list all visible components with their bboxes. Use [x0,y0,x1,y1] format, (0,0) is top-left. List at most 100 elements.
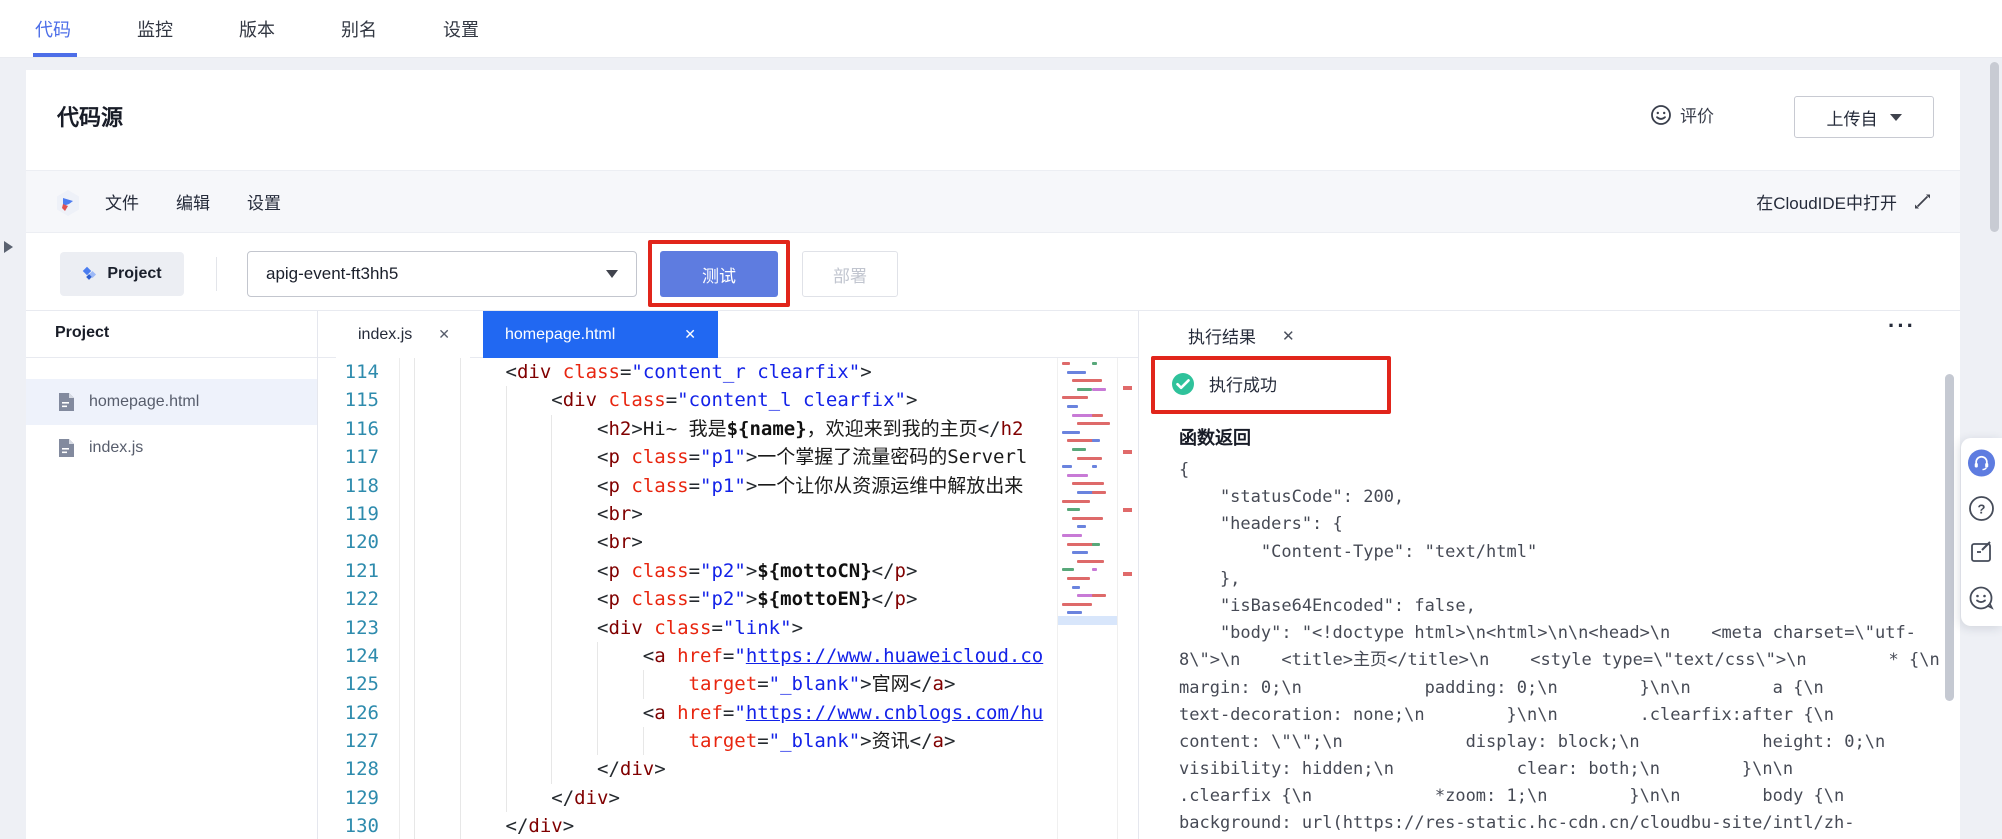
line-number: 116 [318,415,400,443]
editor-tab-homepage.html[interactable]: homepage.html ✕ [483,311,718,358]
code-line-text: <a href="https://www.huaweicloud.co [400,642,1138,670]
execution-status-label: 执行成功 [1209,371,1277,396]
line-number: 129 [318,784,400,812]
test-button[interactable]: 测试 [660,251,778,297]
smiley-feedback-icon[interactable] [1967,584,1996,613]
file-name: homepage.html [89,393,199,411]
code-line-text: target="_blank">官网</a> [400,670,1138,698]
file-item-index.js[interactable]: index.js [26,425,317,471]
code-line-120[interactable]: 120 <br> [318,528,1138,556]
code-line-122[interactable]: 122 <p class="p2">${mottoEN}</p> [318,585,1138,613]
json-output-line: "headers": { [1179,511,1945,538]
support-headset-icon[interactable] [1967,448,1996,477]
code-line-text: <a href="https://www.cnblogs.com/hu [400,699,1138,727]
top-tab-settings[interactable]: 设置 [443,0,479,57]
code-line-127[interactable]: 127 target="_blank">资讯</a> [318,727,1138,755]
code-line-124[interactable]: 124 <a href="https://www.huaweicloud.co [318,642,1138,670]
menu-item-settings[interactable]: 设置 [247,189,281,214]
code-editor: index.js ✕ homepage.html ✕ 114 <div class="… [318,311,1138,839]
page-scrollbar-thumb[interactable] [1990,62,1999,232]
code-line-text: <h2>Hi~ 我是${name}，欢迎来到我的主页</h2 [400,415,1138,443]
result-panel-title: 执行结果 [1188,323,1256,348]
top-tabs: 代码 监控 版本 别名 设置 [0,0,2002,57]
functiongraph-logo-icon [55,189,81,217]
more-options-icon[interactable]: ··· [1888,313,1916,339]
help-icon[interactable]: ? [1967,494,1996,523]
close-icon[interactable]: ✕ [1282,327,1295,345]
line-number: 127 [318,727,400,755]
left-panel-expand-toggle[interactable] [4,241,13,253]
project-button-label: Project [107,265,161,283]
line-number: 125 [318,670,400,698]
close-icon[interactable]: ✕ [438,326,450,343]
upload-from-button[interactable]: 上传自 [1794,96,1934,138]
code-line-117[interactable]: 117 <p class="p1">一个掌握了流量密码的Serverl [318,443,1138,471]
function-card: 代码源 评价 上传自 文件 编辑 设置 在CloudIDE中打开 [26,70,1960,839]
open-in-cloudide[interactable]: 在CloudIDE中打开 [1756,171,1932,232]
code-line-text: <div class="content_l clearfix"> [400,386,1138,414]
rate-action[interactable]: 评价 [1650,102,1714,127]
divider [26,357,317,358]
line-number: 126 [318,699,400,727]
code-line-129[interactable]: 129 </div> [318,784,1138,812]
code-line-128[interactable]: 128 </div> [318,755,1138,783]
json-output-line: background: url(https://res-static.hc-cd… [1179,810,1945,837]
project-button[interactable]: Project [60,252,184,296]
top-tab-version[interactable]: 版本 [239,0,275,57]
code-line-126[interactable]: 126 <a href="https://www.cnblogs.com/hu [318,699,1138,727]
top-tab-code[interactable]: 代码 [35,0,71,57]
json-output-line: }, [1179,566,1945,593]
json-output-line: margin: 0;\n padding: 0;\n }\n\n a {\n [1179,675,1945,702]
rate-label: 评价 [1680,102,1714,127]
json-output-line: 8\">\n <title>主页</title>\n <style type=\… [1179,647,1945,674]
top-tab-bar: 代码 监控 版本 别名 设置 [0,0,2002,58]
code-line-123[interactable]: 123 <div class="link"> [318,614,1138,642]
file-tree-title: Project [55,324,109,342]
code-line-125[interactable]: 125 target="_blank">官网</a> [318,670,1138,698]
function-select[interactable]: apig-event-ft3hh5 [247,251,637,297]
file-icon [58,438,75,458]
code-line-text: </div> [400,812,1138,839]
menu-item-edit[interactable]: 编辑 [176,189,210,214]
editor-tab-label: homepage.html [505,326,615,344]
project-icon [82,266,98,282]
code-line-text: <div class="content_r clearfix"> [400,358,1138,386]
code-line-text: <br> [400,500,1138,528]
overview-ruler [1117,358,1138,839]
editor-tab-index.js[interactable]: index.js ✕ [336,311,470,358]
file-list: homepage.html index.js [26,379,317,471]
chevron-down-icon [1890,114,1902,121]
line-number: 130 [318,812,400,839]
editor-tab-label: index.js [358,326,412,344]
code-line-text: target="_blank">资讯</a> [400,727,1138,755]
code-line-text: </div> [400,784,1138,812]
code-line-114[interactable]: 114 <div class="content_r clearfix"> [318,358,1138,386]
execution-result-panel: 执行结果 ✕ ··· 执行成功 函数返回 { "statusCode": 200… [1138,311,1960,839]
line-number: 115 [318,386,400,414]
action-row: Project apig-event-ft3hh5 测试 部署 [26,233,1960,310]
minimap-viewport-band [1058,616,1117,625]
code-line-119[interactable]: 119 <br> [318,500,1138,528]
function-return-output: { "statusCode": 200, "headers": { "Conte… [1179,457,1945,839]
code-line-121[interactable]: 121 <p class="p2">${mottoCN}</p> [318,557,1138,585]
line-number: 124 [318,642,400,670]
code-line-115[interactable]: 115 <div class="content_l clearfix"> [318,386,1138,414]
result-scrollbar-thumb[interactable] [1945,374,1954,701]
json-output-line: content: \"\";\n display: block;\n heigh… [1179,729,1945,756]
expand-icon [1913,192,1932,211]
menu-item-file[interactable]: 文件 [105,189,139,214]
top-tab-alias[interactable]: 别名 [341,0,377,57]
code-line-116[interactable]: 116 <h2>Hi~ 我是${name}，欢迎来到我的主页</h2 [318,415,1138,443]
json-output-line: "statusCode": 200, [1179,484,1945,511]
code-line-118[interactable]: 118 <p class="p1">一个让你从资源运维中解放出来 [318,472,1138,500]
code-area[interactable]: 114 <div class="content_r clearfix">115 … [318,358,1138,839]
line-number: 120 [318,528,400,556]
feedback-icon[interactable] [1967,538,1996,567]
line-number: 119 [318,500,400,528]
close-icon[interactable]: ✕ [684,326,696,343]
file-item-homepage.html[interactable]: homepage.html [26,379,317,425]
top-tab-monitor[interactable]: 监控 [137,0,173,57]
minimap-code-preview[interactable] [1057,358,1117,839]
card-header: 代码源 评价 上传自 [26,70,1960,170]
code-line-130[interactable]: 130 </div> [318,812,1138,839]
